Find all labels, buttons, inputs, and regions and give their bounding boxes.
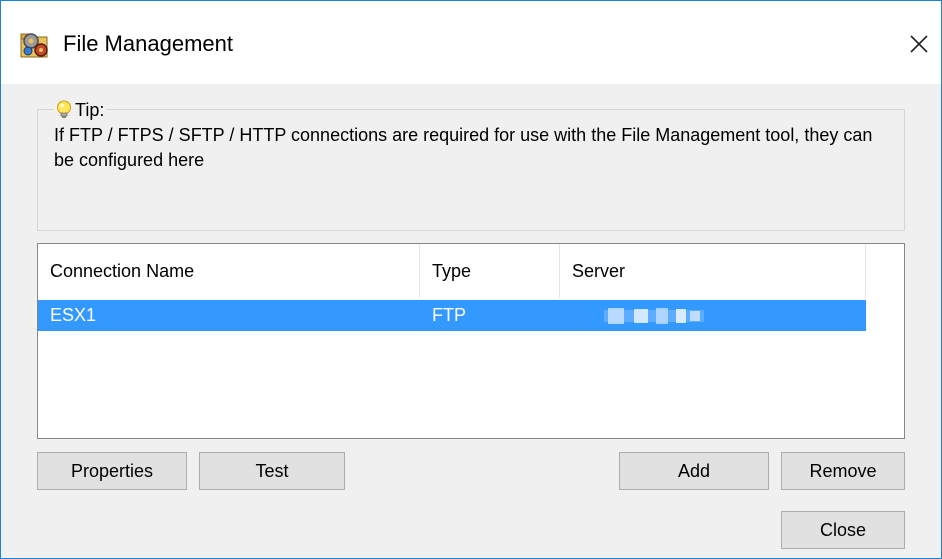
cell-connection-name: ESX1 bbox=[50, 305, 97, 325]
file-management-dialog: File Management Tip: If FTP / FTPS / SFT… bbox=[0, 0, 942, 559]
gears-folder-icon bbox=[20, 33, 48, 58]
test-button[interactable]: Test bbox=[199, 452, 345, 490]
tip-text: If FTP / FTPS / SFTP / HTTP connections … bbox=[54, 125, 873, 170]
tip-label: Tip: bbox=[75, 99, 105, 120]
column-header-server[interactable]: Server bbox=[560, 244, 866, 298]
remove-button[interactable]: Remove bbox=[781, 452, 905, 490]
properties-button[interactable]: Properties bbox=[37, 452, 187, 490]
close-button[interactable]: Close bbox=[781, 511, 905, 549]
window-title: File Management bbox=[63, 31, 233, 56]
column-header-connection-name[interactable]: Connection Name bbox=[38, 244, 420, 298]
lightbulb-icon bbox=[57, 100, 71, 118]
list-header: Connection Name Type Server bbox=[38, 244, 866, 298]
cell-type: FTP bbox=[432, 305, 466, 325]
connections-list[interactable]: Connection Name Type Server ESX1 FTP bbox=[37, 243, 905, 439]
close-window-button[interactable] bbox=[904, 29, 934, 59]
close-icon bbox=[910, 35, 928, 53]
title-bar[interactable]: File Management bbox=[1, 1, 941, 84]
redacted-server-value bbox=[604, 308, 704, 324]
table-row[interactable]: ESX1 FTP bbox=[38, 300, 866, 331]
tip-groupbox: Tip: If FTP / FTPS / SFTP / HTTP connect… bbox=[37, 99, 905, 231]
tip-legend: Tip: bbox=[54, 99, 107, 121]
add-button[interactable]: Add bbox=[619, 452, 769, 490]
column-header-type[interactable]: Type bbox=[420, 244, 560, 298]
